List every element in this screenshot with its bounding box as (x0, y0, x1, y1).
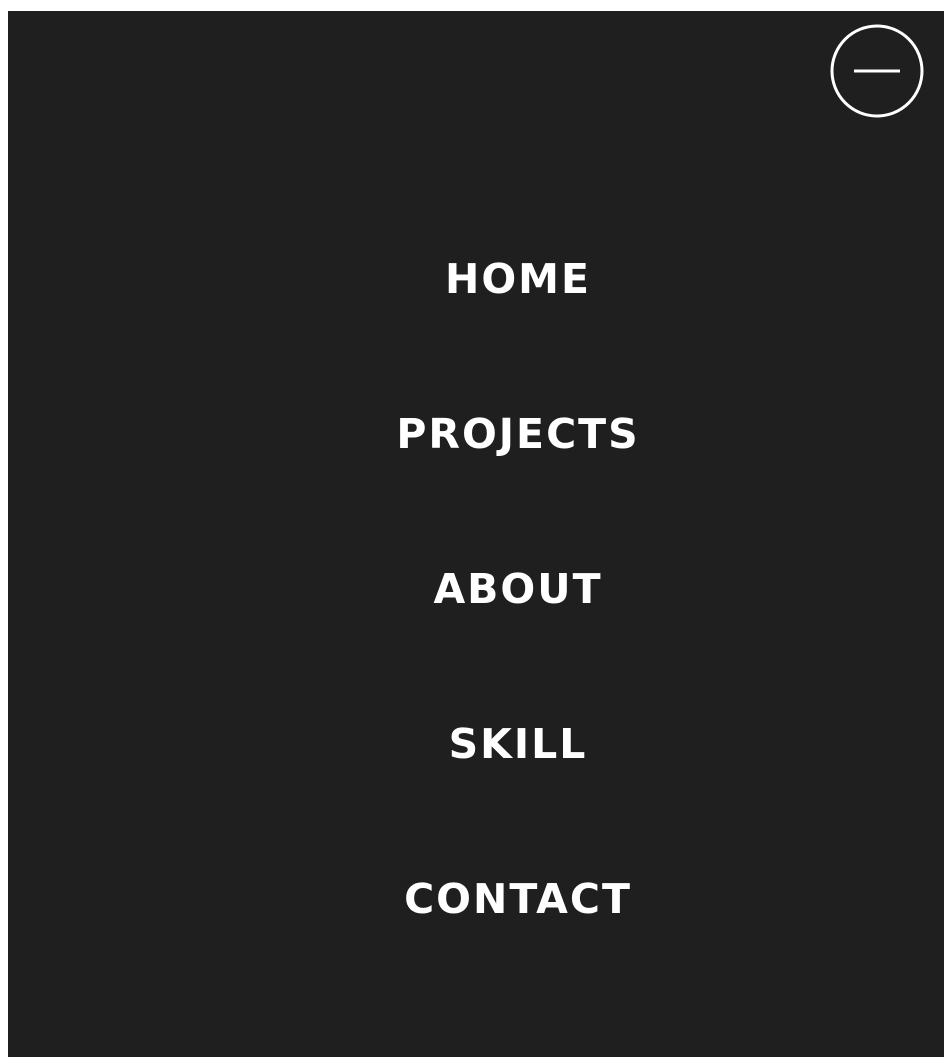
nav-item-projects[interactable]: PROJECTS (8, 404, 944, 464)
nav-item-contact[interactable]: CONTACT (8, 869, 944, 929)
nav-item-about[interactable]: ABOUT (8, 559, 944, 619)
nav-menu-panel: HOME PROJECTS ABOUT SKILL CONTACT (8, 11, 944, 1057)
close-menu-button[interactable] (830, 24, 924, 118)
nav-item-skill[interactable]: SKILL (8, 714, 944, 774)
nav-item-home[interactable]: HOME (8, 249, 944, 309)
minus-circle-icon (830, 24, 924, 118)
